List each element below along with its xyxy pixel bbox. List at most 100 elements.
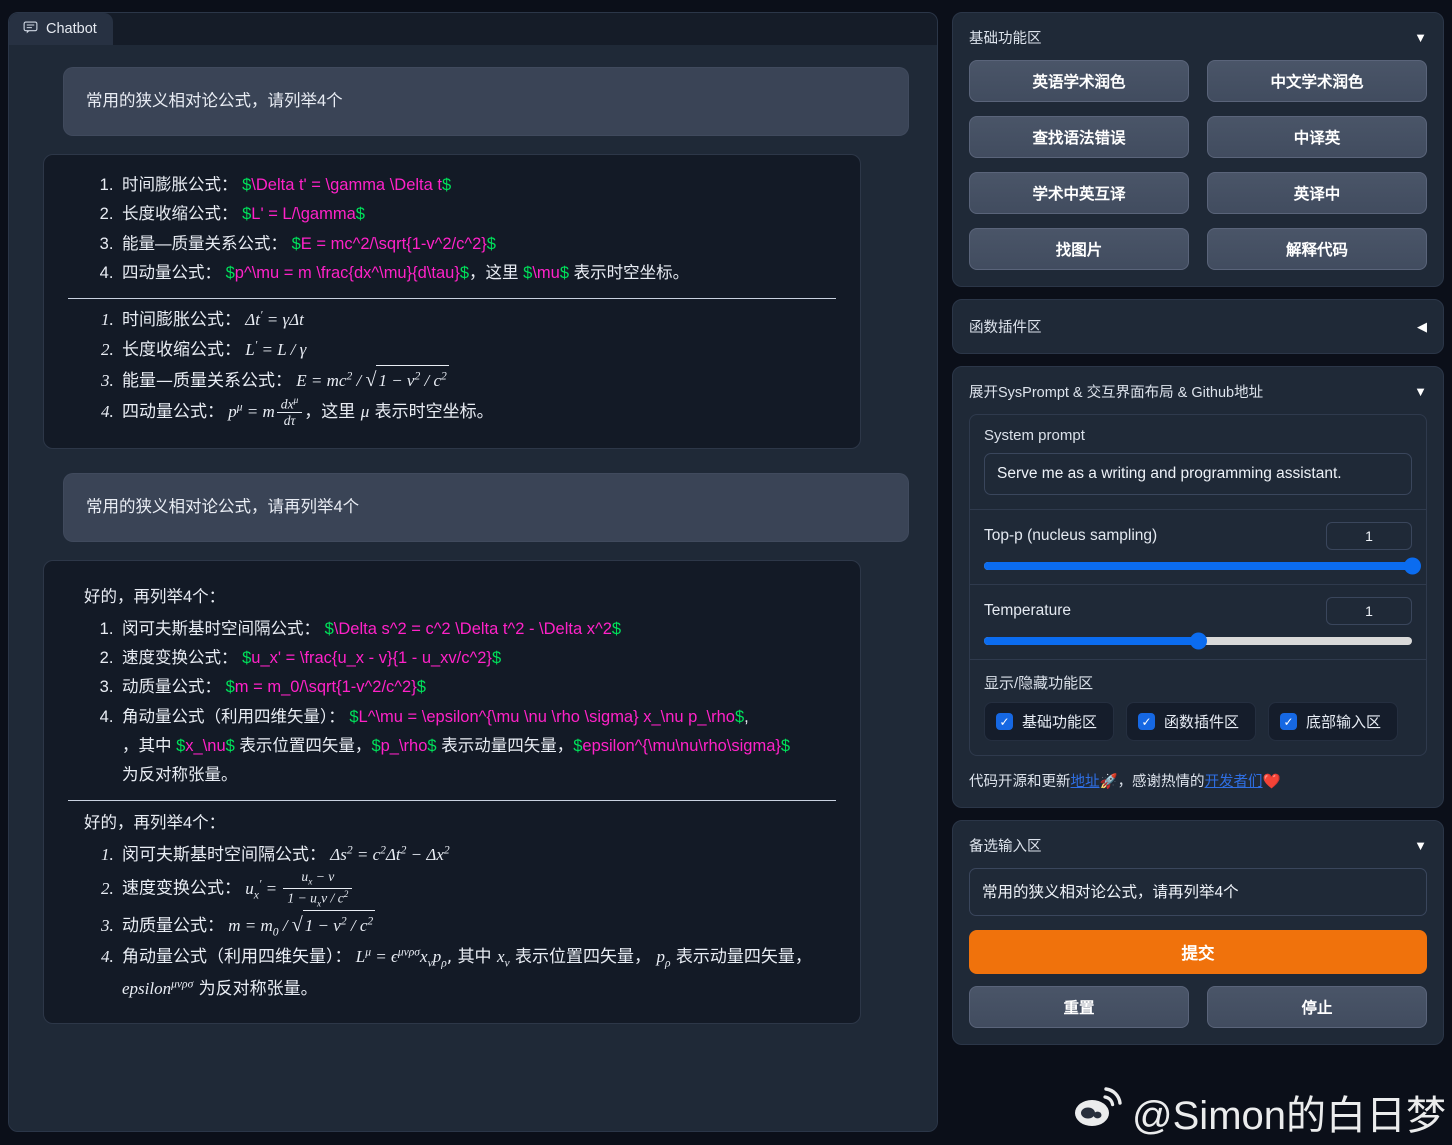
- checkbox-label: 函数插件区: [1164, 714, 1240, 731]
- cont-tail: 为反对称张量。: [122, 766, 238, 785]
- panel-title: 备选输入区: [969, 839, 1042, 855]
- formula-label: 时间膨胀公式：: [122, 309, 241, 330]
- fn-button-zh-polish[interactable]: 中文学术润色: [1207, 60, 1427, 102]
- basic-functions-header[interactable]: 基础功能区 ▼: [969, 27, 1427, 48]
- message-text: 常用的狭义相对论公式，请再列举4个: [86, 498, 360, 517]
- repo-link[interactable]: 地址: [1071, 774, 1100, 790]
- list-item: 动质量公式： m = m0 / 1 − v2 / c2: [118, 907, 840, 943]
- temperature-slider-knob[interactable]: [1189, 632, 1207, 650]
- list-item: 能量—质量关系公式： $E = mc^2/\sqrt{1-v^2/c^2}$: [118, 230, 840, 259]
- temperature-label: Temperature: [984, 602, 1072, 619]
- settings-subcard: System prompt Serve me as a writing and …: [969, 414, 1427, 756]
- topp-slider-block: Top-p (nucleus sampling) 1: [970, 509, 1426, 584]
- temperature-slider-fill: [984, 637, 1198, 645]
- formula-label: 速度变换公式：: [122, 648, 238, 667]
- fn-button-find-image[interactable]: 找图片: [969, 228, 1189, 270]
- chat-message-bot: 好的，再列举4个： 闵可夫斯基时空间隔公式： $\Delta s^2 = c^2…: [43, 560, 861, 1024]
- list-item: 闵可夫斯基时空间隔公式： Δs2 = c2Δt2 − Δx2: [118, 840, 840, 870]
- cont-mid2: 表示动量四矢量，: [436, 736, 574, 755]
- reset-button[interactable]: 重置: [969, 986, 1189, 1028]
- chevron-left-icon[interactable]: ◀: [1417, 320, 1427, 333]
- formula-label: 四动量公式：: [122, 402, 224, 423]
- formula-label: 长度收缩公式：: [122, 205, 238, 224]
- developers-link[interactable]: 开发者们: [1205, 774, 1263, 790]
- temperature-slider[interactable]: [984, 632, 1412, 650]
- checkbox-bottom-input-area[interactable]: ✓ 底部输入区: [1268, 702, 1399, 741]
- list-item: 角动量公式（利用四维矢量）： $L^\mu = \epsilon^{\mu \n…: [118, 703, 840, 791]
- checkbox-basic-area[interactable]: ✓ 基础功能区: [984, 702, 1115, 741]
- formula-label: 闵可夫斯基时空间隔公式：: [122, 845, 326, 866]
- rendered-math: m = m0 / 1 − v2 / c2: [228, 907, 376, 943]
- rendered-formula-list: 闵可夫斯基时空间隔公式： Δs2 = c2Δt2 − Δx2 速度变换公式： u…: [118, 840, 840, 1005]
- list-item: 能量—质量关系公式： E = mc2 / 1 − v2 / c2: [118, 363, 840, 399]
- chevron-down-icon[interactable]: ▼: [1414, 385, 1427, 398]
- formula-label: 长度收缩公式：: [122, 339, 241, 360]
- formula-label: 角动量公式（利用四维矢量）：: [122, 947, 352, 968]
- chat-column: Chatbot 常用的狭义相对论公式，请列举4个 时间膨胀公式： $\Delta…: [0, 0, 944, 1145]
- settings-panel: 展开SysPrompt & 交互界面布局 & Github地址 ▼ System…: [952, 366, 1444, 808]
- topp-slider[interactable]: [984, 557, 1421, 575]
- rendered-math: Δt′ = γΔt: [245, 307, 304, 329]
- stop-button[interactable]: 停止: [1207, 986, 1427, 1028]
- plugin-functions-header[interactable]: 函数插件区 ◀: [969, 316, 1427, 337]
- fn-button-zh-to-en[interactable]: 中译英: [1207, 116, 1427, 158]
- chat-message-user: 常用的狭义相对论公式，请列举4个: [63, 67, 909, 137]
- topp-slider-knob[interactable]: [1403, 557, 1421, 575]
- message-text: 常用的狭义相对论公式，请列举4个: [86, 92, 343, 110]
- check-icon: ✓: [996, 713, 1013, 730]
- rendered-math: xν: [496, 947, 510, 970]
- fn-button-academic-tr[interactable]: 学术中英互译: [969, 172, 1189, 214]
- fn-button-en-polish[interactable]: 英语学术润色: [969, 60, 1189, 102]
- list-item: 四动量公式： $p^\mu = m \frac{dx^\mu}{d\tau}$，…: [118, 259, 840, 288]
- list-item: 四动量公式： pμ = mdxμdτ，这里 μ 表示时空坐标。: [118, 395, 840, 430]
- system-prompt-input[interactable]: Serve me as a writing and programming as…: [984, 453, 1412, 495]
- alt-input-textarea[interactable]: 常用的狭义相对论公式，请再列举4个: [969, 868, 1427, 916]
- app-root: Chatbot 常用的狭义相对论公式，请列举4个 时间膨胀公式： $\Delta…: [0, 0, 1452, 1145]
- topp-label: Top-p (nucleus sampling): [984, 527, 1158, 544]
- raw-formula-list: 时间膨胀公式： $\Delta t' = \gamma \Delta t$ 长度…: [118, 171, 840, 288]
- checkbox-plugin-area[interactable]: ✓ 函数插件区: [1126, 702, 1257, 741]
- chat-message-bot: 时间膨胀公式： $\Delta t' = \gamma \Delta t$ 长度…: [43, 154, 861, 450]
- formula-tail-post: 表示时空坐标。: [369, 402, 494, 423]
- message-lead-rendered: 好的，再列举4个：: [84, 813, 226, 832]
- list-item: 动质量公式： $m = m_0/\sqrt{1-v^2/c^2}$: [118, 673, 840, 702]
- list-item: 长度收缩公式： L′ = L / γ: [118, 335, 840, 365]
- plugin-functions-panel[interactable]: 函数插件区 ◀: [952, 299, 1444, 354]
- checkbox-label: 基础功能区: [1022, 714, 1098, 731]
- panel-title: 基础功能区: [969, 31, 1042, 47]
- speech-bubble-icon: [23, 20, 38, 39]
- chat-message-list[interactable]: 常用的狭义相对论公式，请列举4个 时间膨胀公式： $\Delta t' = \g…: [9, 45, 937, 1131]
- formula-label: 能量—质量关系公式：: [122, 371, 292, 392]
- list-item: 速度变换公式： $u_x' = \frac{u_x - v}{1 - u_xv/…: [118, 644, 840, 673]
- submit-button[interactable]: 提交: [969, 930, 1427, 974]
- list-item: 时间膨胀公式： $\Delta t' = \gamma \Delta t$: [118, 171, 840, 200]
- formula-tail-pre: ，这里: [304, 402, 361, 423]
- formula-label: 闵可夫斯基时空间隔公式：: [122, 619, 320, 638]
- credit-mid: ，感谢热情的: [1117, 774, 1205, 790]
- rendered-math: L′ = L / γ: [245, 338, 307, 359]
- topp-value-input[interactable]: 1: [1326, 522, 1412, 550]
- temperature-value-input[interactable]: 1: [1326, 597, 1412, 625]
- alt-input-header[interactable]: 备选输入区 ▼: [969, 835, 1427, 856]
- check-icon: ✓: [1138, 713, 1156, 730]
- sidebar-column: 基础功能区 ▼ 英语学术润色 中文学术润色 查找语法错误 中译英 学术中英互译 …: [944, 0, 1452, 1145]
- rendered-formula-list: 时间膨胀公式： Δt′ = γΔt 长度收缩公式： L′ = L / γ 能量—…: [118, 305, 840, 431]
- cont-mid: 表示位置四矢量，: [234, 736, 372, 755]
- toggle-group-label: 显示/隐藏功能区: [984, 675, 1094, 692]
- check-icon: ✓: [1280, 713, 1298, 730]
- list-item: 速度变换公式： ux′ = ux − v1 − uxv / c2: [118, 869, 840, 909]
- divider: [68, 297, 836, 299]
- fn-button-explain-code[interactable]: 解释代码: [1207, 228, 1427, 270]
- fn-button-grammar[interactable]: 查找语法错误: [969, 116, 1189, 158]
- settings-header[interactable]: 展开SysPrompt & 交互界面布局 & Github地址 ▼: [969, 381, 1427, 402]
- chevron-down-icon[interactable]: ▼: [1414, 839, 1427, 852]
- chat-message-user: 常用的狭义相对论公式，请再列举4个: [63, 473, 909, 543]
- chatbot-panel: Chatbot 常用的狭义相对论公式，请列举4个 时间膨胀公式： $\Delta…: [8, 12, 938, 1132]
- panel-title: 函数插件区: [969, 320, 1042, 336]
- list-item: 长度收缩公式： $L' = L/\gamma$: [118, 200, 840, 229]
- fn-button-en-to-zh[interactable]: 英译中: [1207, 172, 1427, 214]
- tab-chatbot[interactable]: Chatbot: [9, 13, 113, 45]
- heart-icon: ❤️: [1262, 774, 1281, 790]
- chevron-down-icon[interactable]: ▼: [1414, 31, 1427, 44]
- rendered-math: ux′ = ux − v1 − uxv / c2: [245, 869, 354, 908]
